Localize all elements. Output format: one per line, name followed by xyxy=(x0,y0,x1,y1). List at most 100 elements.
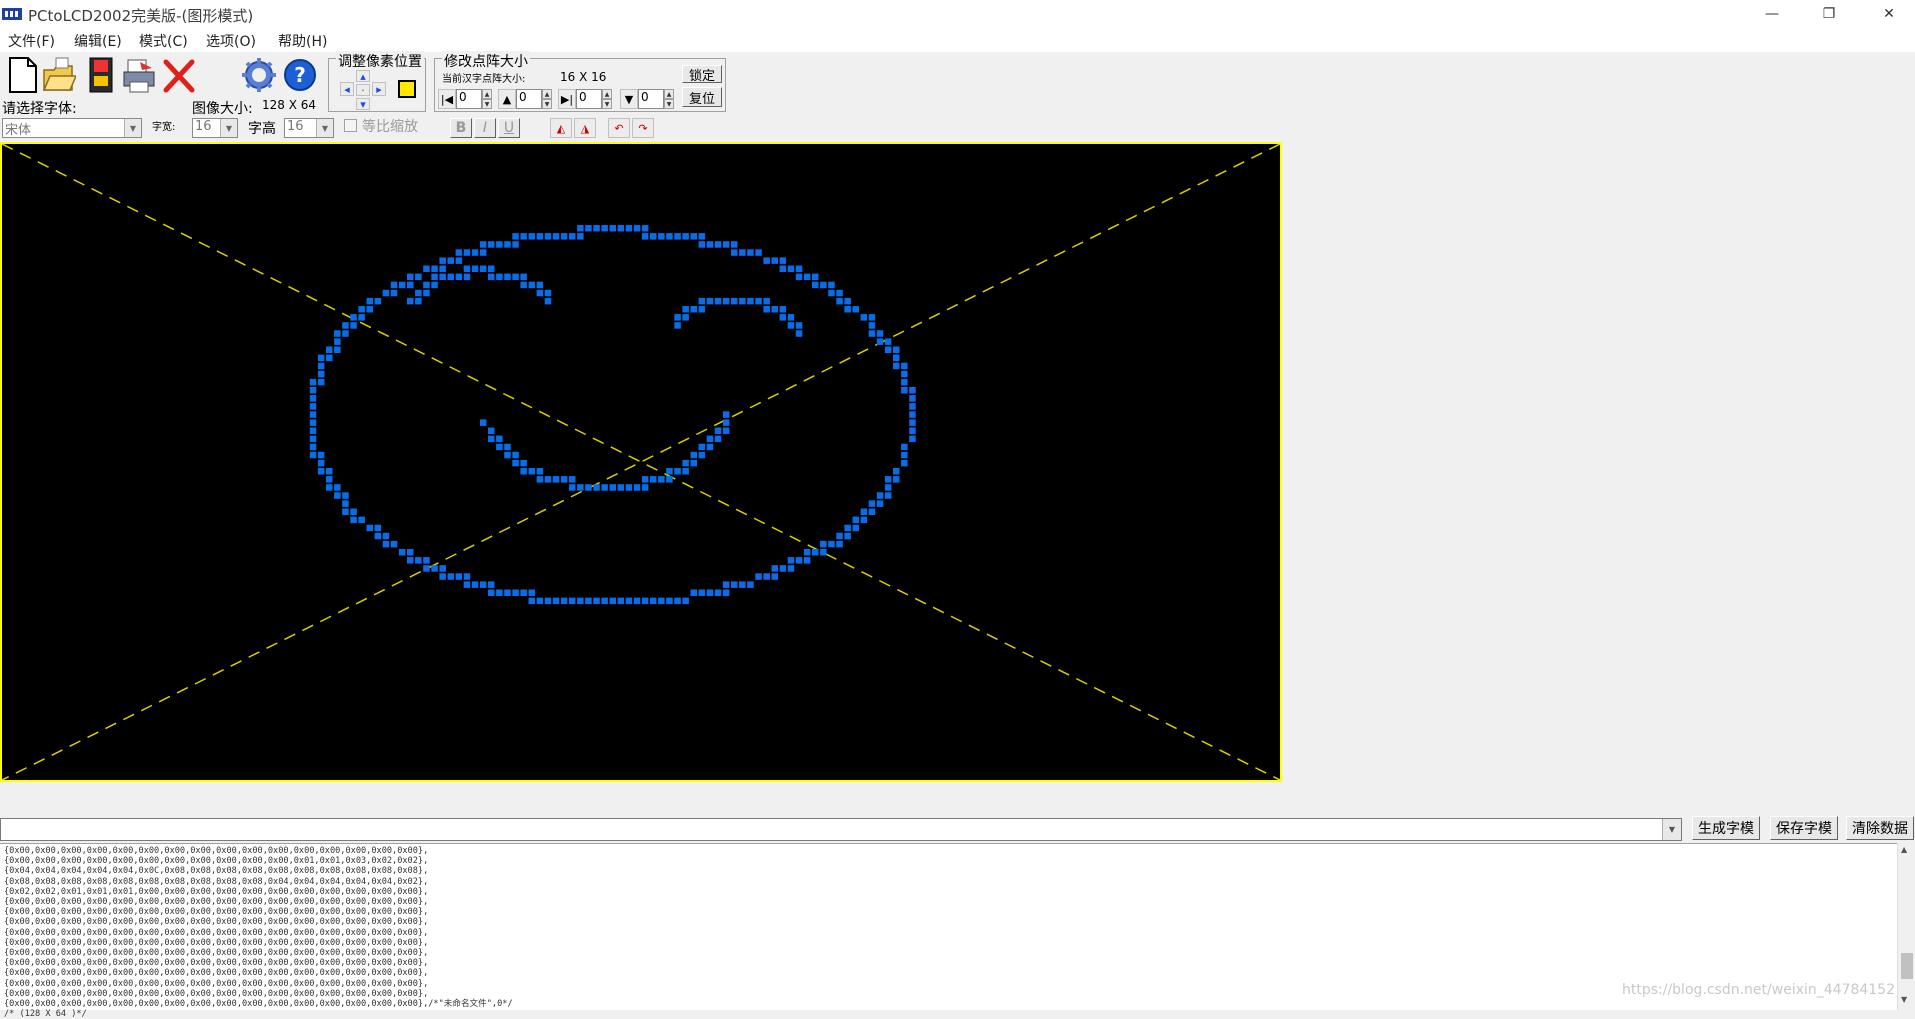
lit-pixel xyxy=(803,273,811,281)
shift-up-icon[interactable]: ▴ xyxy=(356,70,370,83)
text-input[interactable]: ▼ xyxy=(0,818,1682,841)
close-button[interactable]: ✕ xyxy=(1866,0,1912,28)
lit-pixel xyxy=(488,273,495,281)
lit-pixel xyxy=(617,597,625,605)
generate-font-button[interactable]: 生成字模 xyxy=(1692,816,1760,840)
lit-pixel xyxy=(650,233,657,240)
help-question-icon[interactable]: ? xyxy=(283,56,317,94)
left-edge-icon[interactable]: |◀ xyxy=(438,89,456,109)
char-width-value: 16 xyxy=(195,119,212,134)
restore-button[interactable]: ❐ xyxy=(1806,0,1852,28)
shift-down-icon[interactable]: ▾ xyxy=(356,98,370,111)
lit-pixel xyxy=(528,281,535,289)
underline-button[interactable]: U xyxy=(498,118,520,138)
rotate-right-icon[interactable]: ↷ xyxy=(632,118,654,138)
lit-pixel xyxy=(893,476,900,483)
menu-file[interactable]: 文件(F) xyxy=(8,31,55,51)
lit-pixel xyxy=(560,597,568,605)
center-select-icon[interactable] xyxy=(398,80,416,98)
lit-pixel xyxy=(342,508,349,515)
lit-pixel xyxy=(439,273,446,281)
lit-pixel xyxy=(884,476,892,483)
output-textarea[interactable]: {0x00,0x00,0x00,0x00,0x00,0x00,0x00,0x00… xyxy=(0,843,1897,1019)
spin-up-icon[interactable]: ▲ xyxy=(664,89,674,99)
scroll-down-icon[interactable]: ▼ xyxy=(1901,995,1907,1004)
spin-left[interactable]: 0 xyxy=(456,89,482,109)
flip-horizontal-icon[interactable]: ◭ xyxy=(550,118,572,138)
lit-pixel xyxy=(479,581,487,588)
lit-pixel xyxy=(577,233,584,240)
chevron-down-icon[interactable]: ▼ xyxy=(124,119,141,137)
top-edge-icon[interactable]: ▲ xyxy=(498,89,516,109)
rotate-left-icon[interactable]: ↶ xyxy=(608,118,630,138)
font-select[interactable]: 宋体 ▼ xyxy=(2,118,142,138)
menu-edit[interactable]: 编辑(E) xyxy=(74,31,122,51)
lit-pixel xyxy=(803,549,811,556)
spin-down-icon[interactable]: ▼ xyxy=(602,99,612,109)
spin-up-icon[interactable]: ▲ xyxy=(602,89,612,99)
flip-vertical-icon[interactable]: ◮ xyxy=(574,118,596,138)
shift-center-icon[interactable]: · xyxy=(356,84,370,97)
italic-button[interactable]: I xyxy=(474,118,496,138)
lit-pixel xyxy=(479,265,487,272)
new-file-icon[interactable] xyxy=(4,56,38,94)
spin-top[interactable]: 0 xyxy=(516,89,542,109)
lit-pixel xyxy=(390,540,398,548)
shift-right-icon[interactable]: ▸ xyxy=(372,82,386,96)
chevron-down-icon[interactable]: ▼ xyxy=(316,119,333,137)
lit-pixel xyxy=(520,459,527,467)
char-height-select[interactable]: 16 ▼ xyxy=(284,118,334,138)
proportional-checkbox[interactable] xyxy=(344,119,357,132)
lit-pixel xyxy=(366,306,373,313)
lit-pixel xyxy=(423,265,430,272)
pixel-grid-svg[interactable] xyxy=(2,144,1280,780)
save-font-button[interactable]: 保存字模 xyxy=(1770,816,1838,840)
settings-gear-icon[interactable] xyxy=(242,56,276,94)
print-icon[interactable] xyxy=(122,56,156,94)
lit-pixel xyxy=(771,306,778,313)
shift-left-icon[interactable]: ◂ xyxy=(340,82,354,96)
char-width-select[interactable]: 16 ▼ xyxy=(192,118,238,138)
app-icon xyxy=(2,8,22,20)
vertical-scrollbar[interactable]: ▲ ▼ xyxy=(1897,843,1915,1009)
delete-x-icon[interactable] xyxy=(162,56,196,94)
bottom-edge-icon[interactable]: ▼ xyxy=(620,89,638,109)
lit-pixel xyxy=(909,411,916,418)
spin-bottom[interactable]: 0 xyxy=(638,89,664,109)
spin-up-icon[interactable]: ▲ xyxy=(482,89,492,99)
bold-button[interactable]: B xyxy=(450,118,472,138)
right-edge-icon[interactable]: ▶| xyxy=(558,89,576,109)
lit-pixel xyxy=(455,273,463,281)
lit-pixel xyxy=(755,573,762,580)
spin-down-icon[interactable]: ▼ xyxy=(542,99,552,109)
spin-down-icon[interactable]: ▼ xyxy=(664,99,674,109)
lock-button[interactable]: 锁定 xyxy=(682,65,722,84)
open-folder-icon[interactable] xyxy=(42,56,76,94)
reset-button[interactable]: 复位 xyxy=(682,87,722,107)
menu-help[interactable]: 帮助(H) xyxy=(278,31,327,51)
menu-mode[interactable]: 模式(C) xyxy=(139,31,188,51)
lit-pixel xyxy=(309,443,317,451)
lit-pixel xyxy=(407,273,414,281)
lit-pixel xyxy=(528,597,535,605)
save-disk-icon[interactable] xyxy=(84,56,118,94)
spin-right[interactable]: 0 xyxy=(576,89,602,109)
lit-pixel xyxy=(771,573,778,580)
chevron-down-icon[interactable]: ▼ xyxy=(1662,819,1681,840)
char-width-label: 字宽: xyxy=(152,122,176,133)
pixel-canvas[interactable] xyxy=(0,142,1282,782)
spin-up-icon[interactable]: ▲ xyxy=(542,89,552,99)
lit-pixel xyxy=(520,589,527,596)
clear-data-button[interactable]: 清除数据 xyxy=(1846,816,1914,840)
lit-pixel xyxy=(415,297,422,305)
minimize-button[interactable]: — xyxy=(1749,0,1795,28)
scroll-thumb[interactable] xyxy=(1901,953,1913,979)
chevron-down-icon[interactable]: ▼ xyxy=(220,119,237,137)
lit-pixel xyxy=(317,370,325,378)
spin-down-icon[interactable]: ▼ xyxy=(482,99,492,109)
menu-options[interactable]: 选项(O) xyxy=(206,31,256,51)
lit-pixel xyxy=(901,362,908,370)
lit-pixel xyxy=(479,249,487,256)
scroll-up-icon[interactable]: ▲ xyxy=(1901,845,1907,854)
lit-pixel xyxy=(617,484,625,491)
